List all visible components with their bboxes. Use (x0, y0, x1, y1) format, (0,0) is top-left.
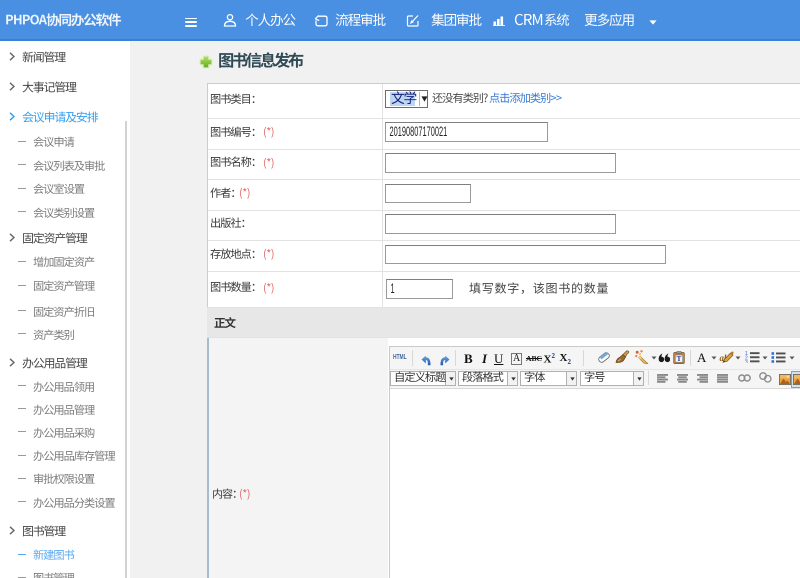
svg-text:T: T (677, 355, 682, 363)
svg-text:3: 3 (745, 360, 748, 363)
